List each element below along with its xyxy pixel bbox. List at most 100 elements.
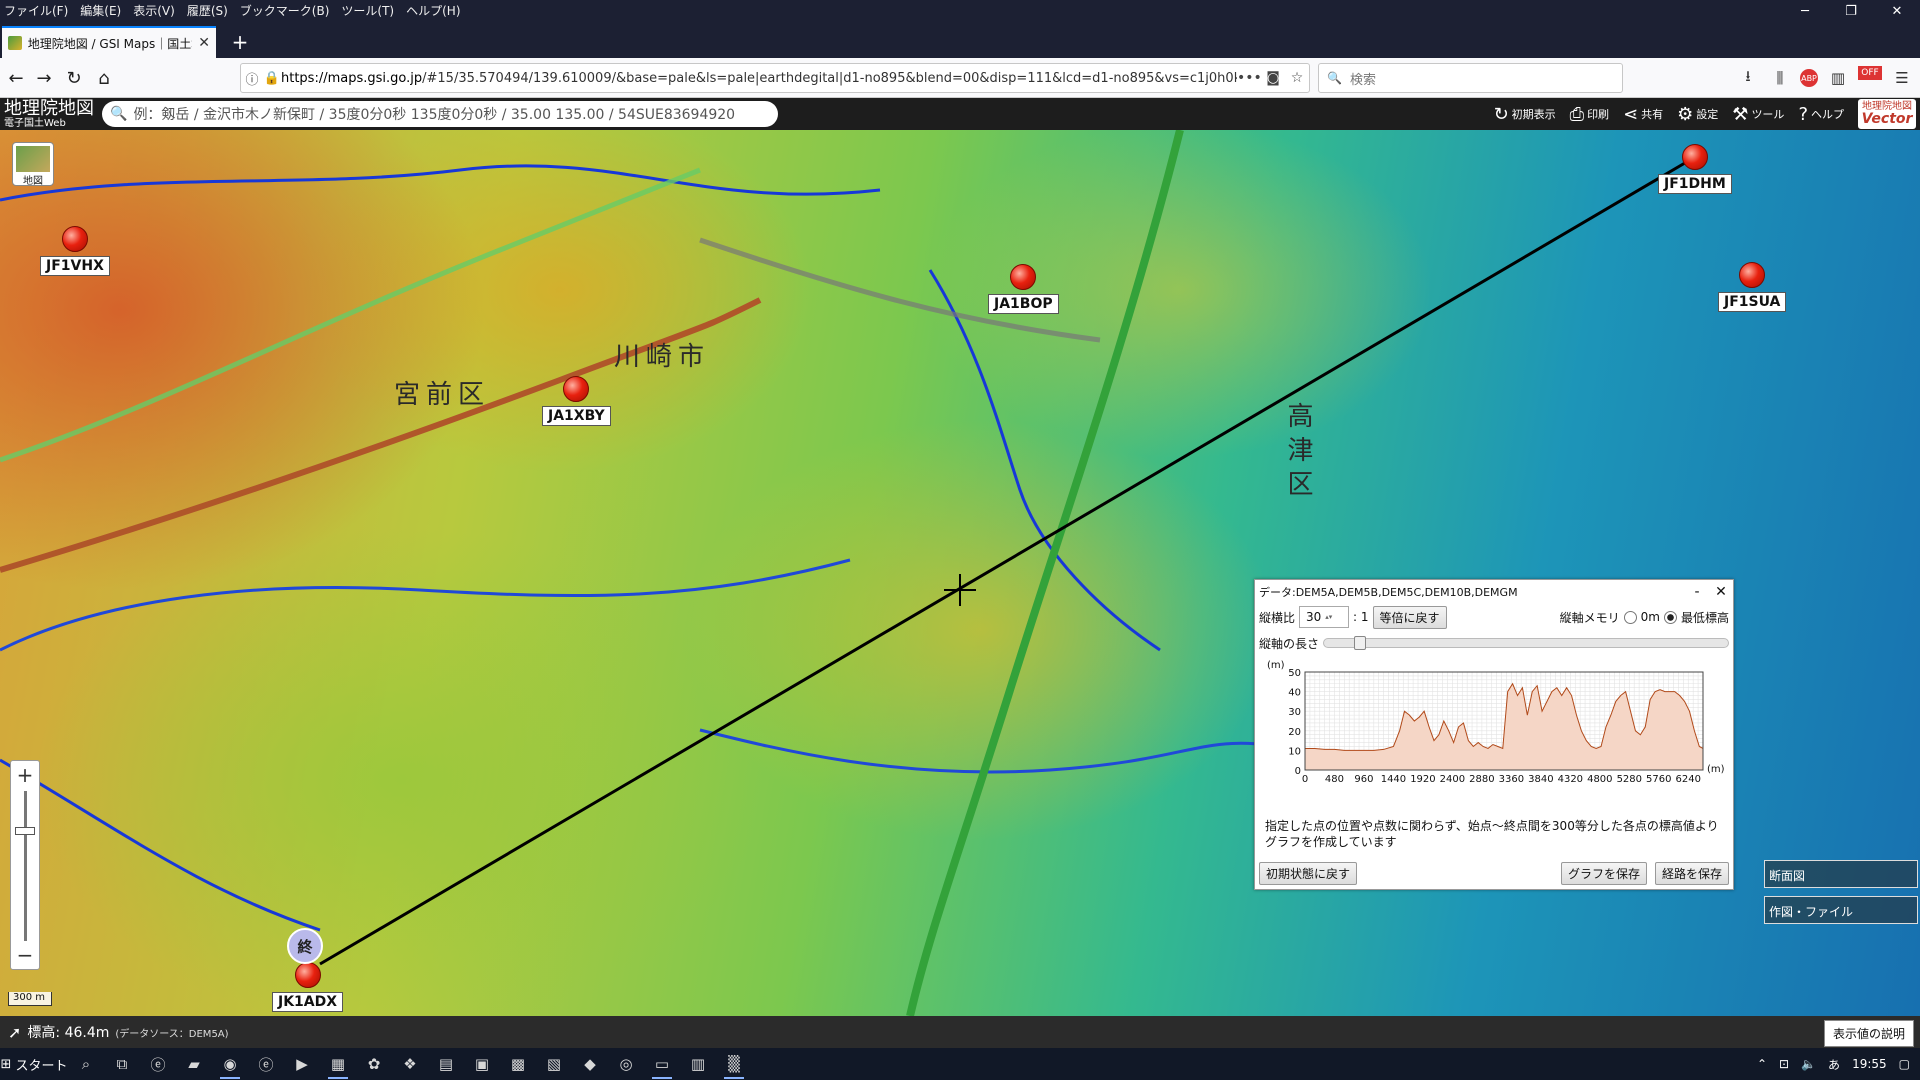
print-button[interactable]: ⎙ 印刷: [1570, 104, 1609, 125]
save-route-button[interactable]: 経路を保存: [1654, 862, 1729, 885]
hamburger-menu-icon[interactable]: ☰: [1890, 64, 1914, 92]
home-button[interactable]: ⌂: [90, 64, 118, 92]
reset-state-button[interactable]: 初期状態に戻す: [1259, 862, 1358, 885]
close-window-button[interactable]: ✕: [1874, 0, 1920, 22]
browser-search-input[interactable]: 🔍 検索: [1318, 63, 1623, 93]
tab-gsi-maps[interactable]: 地理院地図 / GSI Maps｜国土地 ✕: [2, 26, 216, 58]
station-marker[interactable]: JA1XBY: [542, 376, 611, 426]
station-marker[interactable]: JF1DHM: [1658, 144, 1732, 194]
edge-icon[interactable]: ⓔ: [248, 1048, 284, 1080]
vaxis-length-slider[interactable]: [1323, 636, 1729, 650]
start-button[interactable]: ⊞ スタート: [0, 1048, 68, 1080]
slider-handle[interactable]: [1354, 636, 1367, 650]
app-icon[interactable]: ▩: [500, 1048, 536, 1080]
url-text[interactable]: https://maps.gsi.go.jp/#15/35.570494/139…: [281, 71, 1237, 86]
bookmark-star-icon[interactable]: ☆: [1285, 70, 1309, 86]
gear-icon: ⚙: [1677, 103, 1694, 125]
reload-button[interactable]: ↻: [60, 64, 88, 92]
y-axis-label: (m): [1267, 660, 1285, 671]
ie-icon[interactable]: ⓔ: [140, 1048, 176, 1080]
tab-close-icon[interactable]: ✕: [198, 35, 210, 51]
menu-history[interactable]: 履歴(S): [187, 2, 228, 19]
firefox-icon[interactable]: ◉: [212, 1048, 248, 1080]
station-marker[interactable]: JK1ADX: [272, 962, 344, 1012]
app-icon[interactable]: ◆: [572, 1048, 608, 1080]
chevron-up-icon[interactable]: ⌃: [1757, 1057, 1767, 1071]
profile-chart-svg: 0 10 20 30 40 50 0 480 960 1440 1920 2400 2880 3360 38…: [1267, 660, 1725, 785]
share-button[interactable]: ⋖ 共有: [1623, 104, 1663, 125]
menu-file[interactable]: ファイル(F): [4, 2, 68, 19]
station-marker[interactable]: JF1SUA: [1718, 262, 1787, 312]
network-icon[interactable]: ⊡: [1779, 1057, 1789, 1071]
tools-button[interactable]: ⚒ ツール: [1732, 104, 1784, 125]
side-panel-profile[interactable]: 断面図: [1764, 860, 1918, 888]
side-panel-draw-file[interactable]: 作図・ファイル: [1764, 896, 1918, 924]
forward-button[interactable]: →: [30, 64, 58, 92]
save-graph-button[interactable]: グラフを保存: [1560, 862, 1647, 885]
library-icon[interactable]: ⫼: [1768, 64, 1792, 92]
clock[interactable]: 19:55: [1852, 1057, 1887, 1071]
extension-off-icon[interactable]: OFF: [1858, 66, 1882, 80]
initial-view-button[interactable]: ↻ 初期表示: [1494, 104, 1556, 125]
logo-main: 地理院地図: [4, 98, 94, 119]
help-button[interactable]: ? ヘルプ: [1798, 104, 1844, 125]
spinner-icon[interactable]: ▴▾: [1325, 613, 1332, 621]
maximize-button[interactable]: ❐: [1828, 0, 1874, 22]
menu-list: ファイル(F) 編集(E) 表示(V) 履歴(S) ブックマーク(B) ツール(…: [4, 2, 461, 19]
download-icon[interactable]: ⭳: [1736, 64, 1760, 92]
url-bar[interactable]: ⓘ 🔒 https://maps.gsi.go.jp/#15/35.570494…: [240, 63, 1310, 93]
app-icon[interactable]: ▧: [536, 1048, 572, 1080]
app-icon[interactable]: ❖: [392, 1048, 428, 1080]
task-view-icon[interactable]: ⧉: [104, 1048, 140, 1080]
menu-tools[interactable]: ツール(T): [341, 2, 394, 19]
app-icon[interactable]: ▤: [428, 1048, 464, 1080]
app-icon[interactable]: ✿: [356, 1048, 392, 1080]
panel-close-button[interactable]: ✕: [1709, 584, 1733, 600]
menu-edit[interactable]: 編集(E): [80, 2, 121, 19]
gsi-logo[interactable]: 地理院地図 電子国土Web: [4, 99, 94, 129]
media-icon[interactable]: ▶: [284, 1048, 320, 1080]
river-line: [0, 164, 881, 202]
radio-zero[interactable]: [1623, 610, 1637, 624]
layer-select-button[interactable]: 地図: [12, 142, 54, 187]
app-icon[interactable]: ◎: [608, 1048, 644, 1080]
explain-values-button[interactable]: 表示値の説明: [1823, 1020, 1914, 1047]
pin-icon: [1739, 262, 1766, 288]
ratio-input[interactable]: 30 ▴▾: [1299, 606, 1350, 628]
vector-map-button[interactable]: 地理院地図 Vector: [1858, 99, 1916, 129]
app-icon[interactable]: ▒: [716, 1048, 752, 1080]
volume-icon[interactable]: 🔈: [1801, 1057, 1816, 1071]
new-tab-button[interactable]: +: [226, 28, 254, 56]
reset-ratio-button[interactable]: 等倍に戻す: [1372, 605, 1447, 629]
app-icon[interactable]: ▦: [320, 1048, 356, 1080]
station-marker[interactable]: JF1VHX: [40, 226, 110, 276]
page-actions-icon[interactable]: •••: [1237, 70, 1262, 86]
zoom-track[interactable]: [24, 791, 27, 941]
menu-view[interactable]: 表示(V): [133, 2, 175, 19]
taskbar-search-icon[interactable]: ⌕: [68, 1048, 104, 1080]
zoom-in-button[interactable]: +: [11, 761, 39, 789]
route-end-marker[interactable]: 終: [287, 928, 323, 964]
folder-icon[interactable]: ▰: [176, 1048, 212, 1080]
sidebar-icon[interactable]: ▥: [1826, 64, 1850, 92]
app-icon[interactable]: ▣: [464, 1048, 500, 1080]
app-icon[interactable]: ▥: [680, 1048, 716, 1080]
menu-help[interactable]: ヘルプ(H): [406, 2, 460, 19]
radio-min-elevation[interactable]: [1663, 610, 1677, 624]
notification-icon[interactable]: ▢: [1899, 1057, 1910, 1071]
x-tick-label: 2400: [1440, 774, 1465, 785]
zoom-slider-handle[interactable]: [15, 827, 35, 835]
map-search-input[interactable]: 🔍 例：剱岳 / 金沢市木ノ新保町 / 35度0分0秒 135度0分0秒 / 3…: [102, 101, 778, 127]
minimize-button[interactable]: ─: [1782, 0, 1828, 22]
settings-button[interactable]: ⚙ 設定: [1677, 104, 1718, 125]
back-button[interactable]: ←: [2, 64, 30, 92]
app-icon[interactable]: ▭: [644, 1048, 680, 1080]
pocket-icon[interactable]: ◙: [1261, 70, 1285, 86]
menu-bookmarks[interactable]: ブックマーク(B): [240, 2, 330, 19]
ime-icon[interactable]: あ: [1828, 1056, 1840, 1073]
adblock-icon[interactable]: ABP: [1800, 69, 1818, 87]
info-icon[interactable]: ⓘ: [241, 69, 263, 88]
zoom-out-button[interactable]: −: [11, 941, 39, 969]
station-marker[interactable]: JA1BOP: [988, 264, 1059, 314]
panel-minimize-button[interactable]: -: [1685, 584, 1709, 600]
